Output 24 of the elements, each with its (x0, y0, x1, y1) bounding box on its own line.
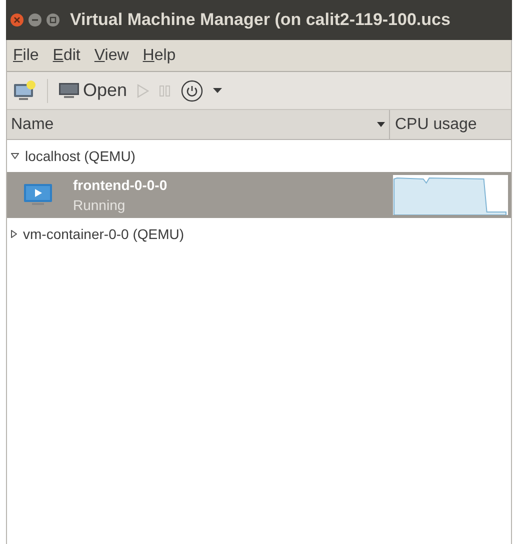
column-label: Name (11, 114, 54, 134)
minimize-icon[interactable] (28, 13, 42, 27)
maximize-icon[interactable] (46, 13, 60, 27)
menu-item[interactable]: View (92, 44, 131, 68)
column-header[interactable]: Name (7, 110, 390, 139)
vm-name: frontend-0-0-0 (73, 176, 168, 195)
expander-icon[interactable] (11, 230, 17, 238)
column-header[interactable]: CPU usage (390, 110, 511, 139)
vm-status: Running (73, 196, 126, 215)
window-title: Virtual Machine Manager (on calit2-119-100.ucs (70, 9, 450, 32)
menu-item[interactable]: Edit (50, 44, 82, 68)
menu-item[interactable]: Help (140, 44, 178, 68)
dropdown-arrow-icon (377, 122, 385, 127)
monitor-icon (58, 82, 80, 100)
connection-name: localhost (QEMU) (25, 146, 136, 166)
vm-monitor-icon (23, 182, 53, 208)
open-button[interactable]: Open (58, 77, 128, 104)
power-icon[interactable] (181, 80, 204, 102)
menu-item[interactable]: File (11, 44, 41, 68)
connection-name: vm-container-0-0 (QEMU) (23, 224, 184, 244)
close-icon[interactable] (10, 13, 24, 27)
new-vm-icon[interactable] (13, 80, 37, 102)
dropdown-arrow-icon[interactable] (213, 88, 222, 93)
expander-icon[interactable] (11, 153, 19, 159)
